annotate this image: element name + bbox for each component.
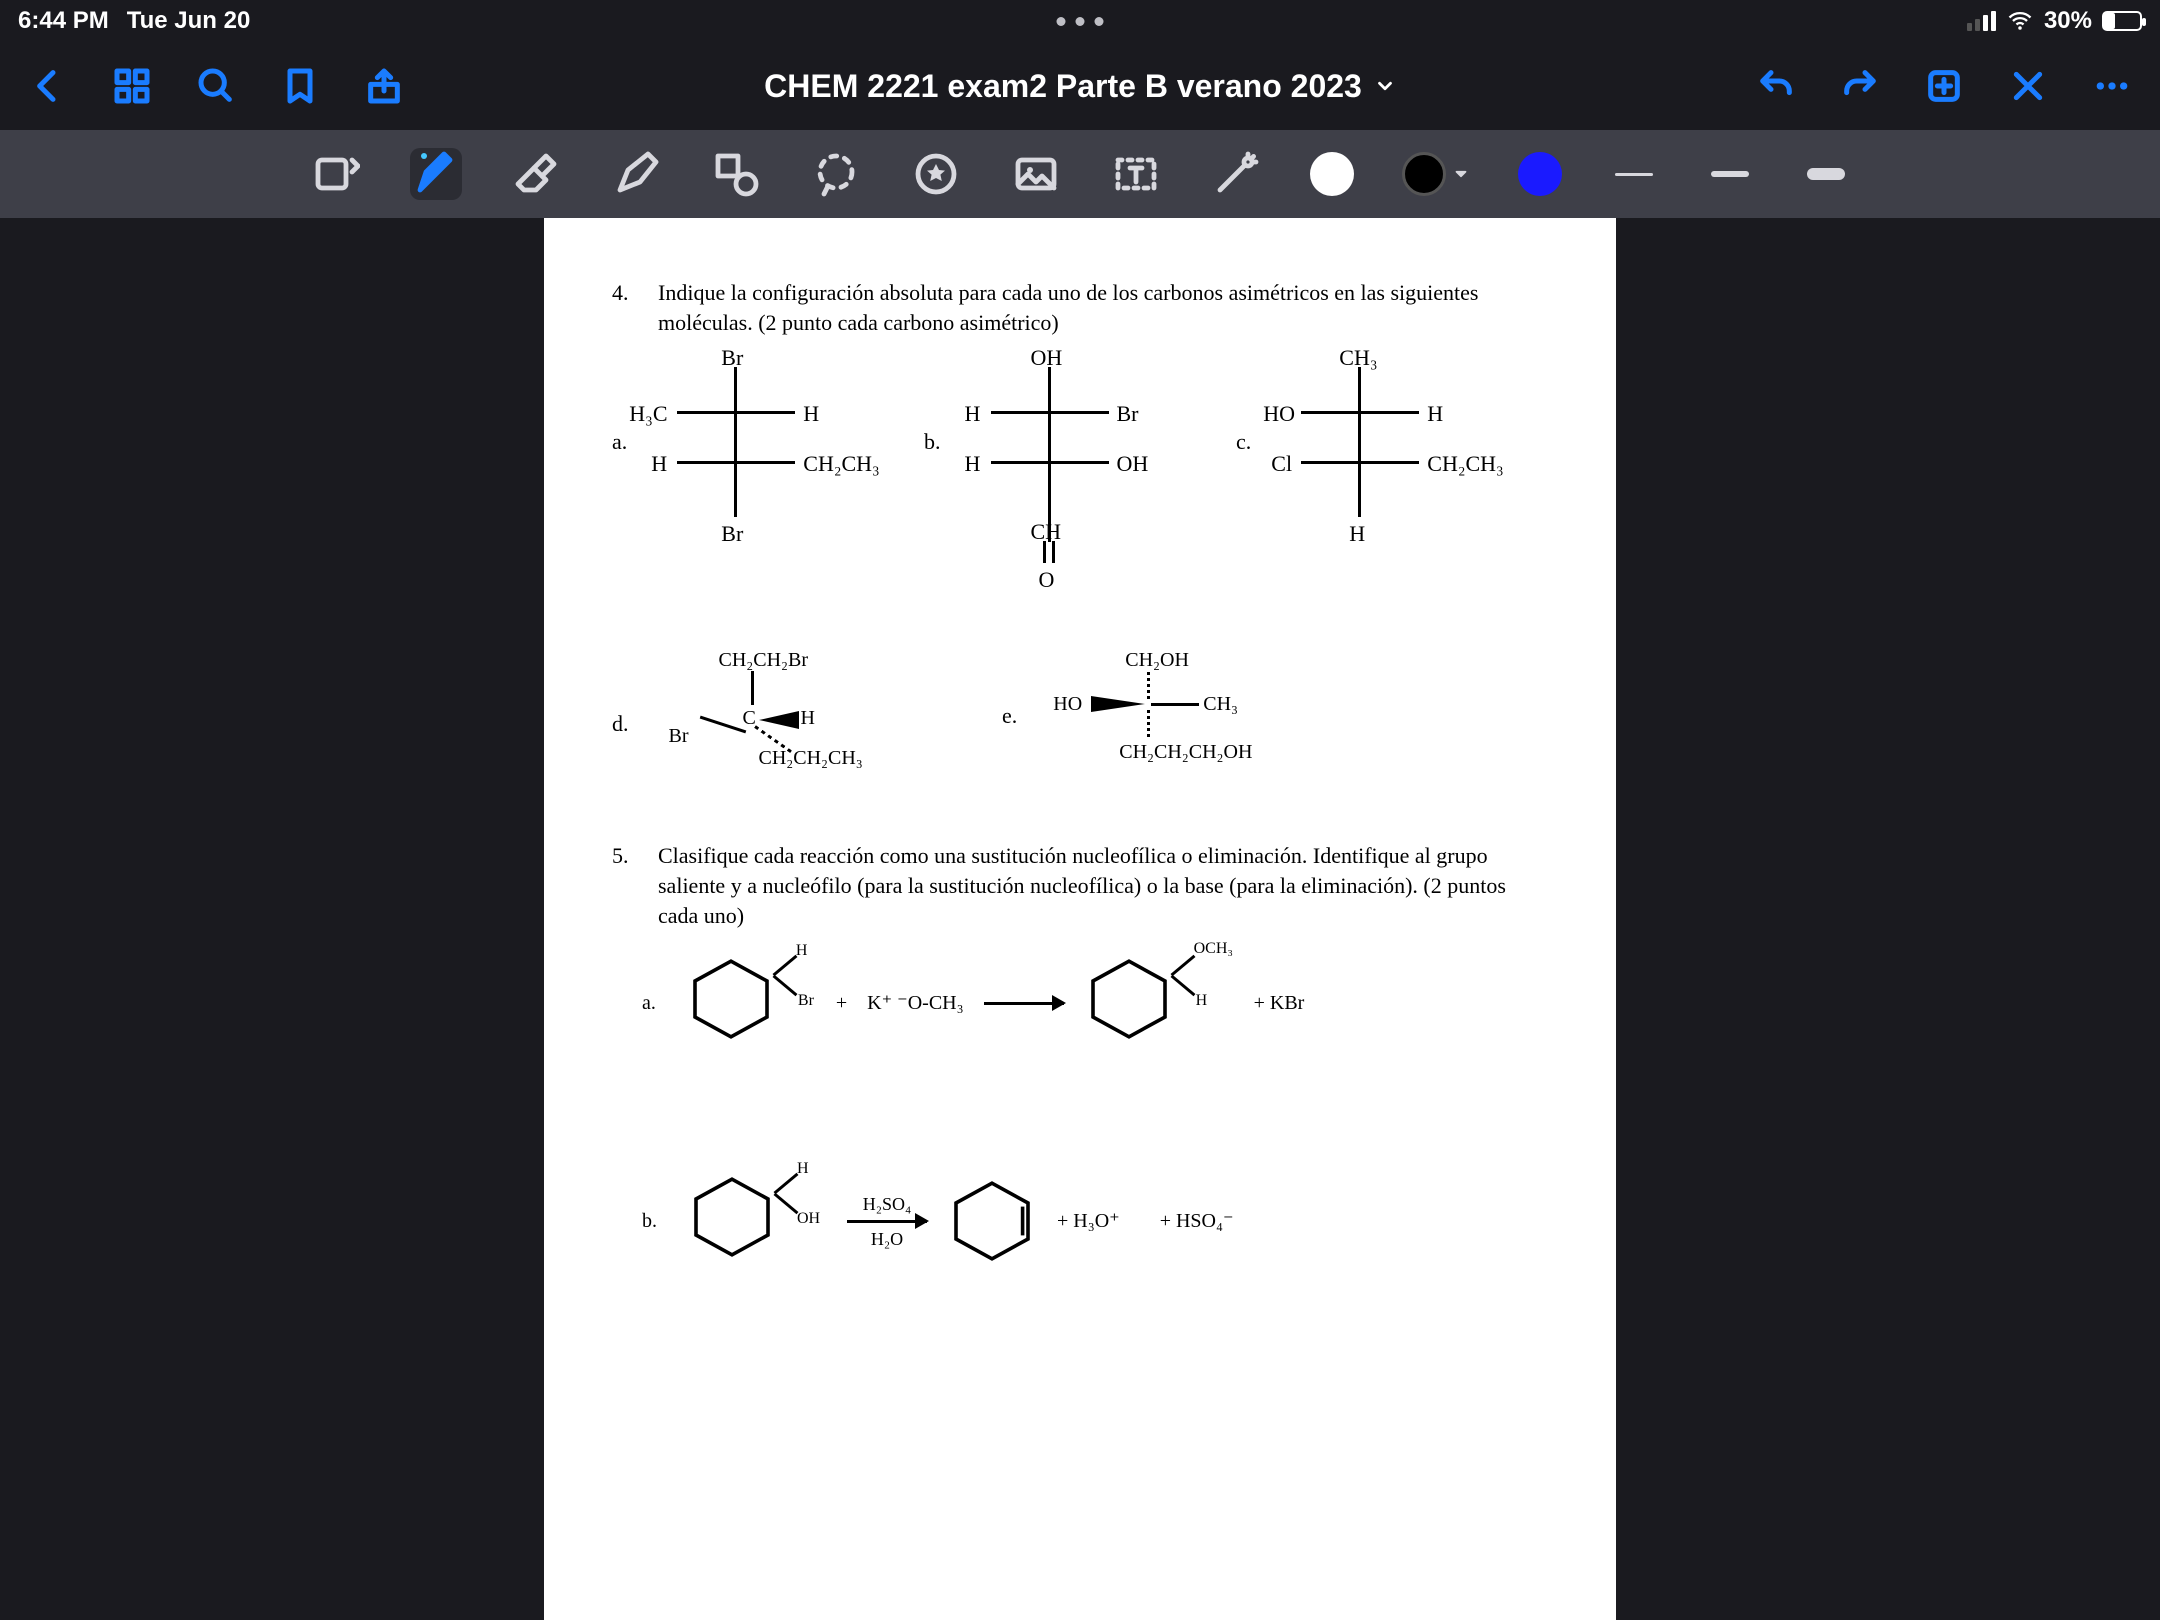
document-canvas[interactable]: 4. Indique la configuración absoluta par… — [0, 218, 2160, 1620]
battery-icon — [2102, 11, 2142, 31]
text-tool-icon[interactable] — [1110, 148, 1162, 200]
highlighter-tool-icon[interactable] — [610, 148, 662, 200]
status-date: Tue Jun 20 — [127, 7, 251, 35]
q4-number: 4. — [612, 278, 640, 337]
q4-structure-d: d. CH₂CH₂Br C Br H CH₂CH₂CH₃ — [612, 661, 1002, 791]
status-bar: 6:44 PM Tue Jun 20 30% — [0, 0, 2160, 42]
add-page-icon[interactable] — [1924, 66, 1964, 106]
cyclohexane-icon — [1084, 954, 1174, 1044]
bookmark-icon[interactable] — [280, 66, 320, 106]
chevron-down-icon — [1374, 75, 1396, 97]
read-mode-icon[interactable] — [310, 148, 362, 200]
q4-prompt: Indique la configuración absoluta para c… — [658, 278, 1548, 337]
q5-reaction-a: a. H Br + K⁺ ⁻O-CH₃ OCH₃ H + KBr — [642, 954, 1548, 1052]
q5-prompt: Clasifique cada reacción como una sustit… — [658, 841, 1548, 930]
grid-icon[interactable] — [112, 66, 152, 106]
q4-structure-e: e. CH₂OH HO CH₃ CH₂CH₂CH₂OH — [1002, 661, 1289, 791]
shape-tool-icon[interactable] — [710, 148, 762, 200]
reaction-arrow-icon — [847, 1220, 927, 1223]
q4-row2: d. CH₂CH₂Br C Br H CH₂CH₂CH₃ e. — [612, 661, 1548, 791]
color-swatch-blue[interactable] — [1518, 152, 1562, 196]
undo-icon[interactable] — [1756, 66, 1796, 106]
stroke-thin[interactable] — [1610, 150, 1658, 198]
reaction-arrow-icon — [984, 1002, 1064, 1005]
battery-text: 30% — [2044, 7, 2092, 35]
q4-structure-b: b. OH H Br H OH CH O — [924, 361, 1236, 581]
more-icon[interactable] — [2092, 66, 2132, 106]
close-icon[interactable] — [2008, 66, 2048, 106]
question-5: 5. Clasifique cada reacción como una sus… — [612, 841, 1548, 930]
annotation-toolbar — [0, 130, 2160, 218]
question-4: 4. Indique la configuración absoluta par… — [612, 278, 1548, 337]
color-swatch-black[interactable] — [1402, 152, 1446, 196]
stroke-med[interactable] — [1706, 150, 1754, 198]
app-toolbar: CHEM 2221 exam2 Parte B verano 2023 — [0, 42, 2160, 130]
cyclohexene-icon — [947, 1176, 1037, 1266]
cyclohexane-icon — [687, 1172, 777, 1262]
q4-row1: a. Br H₃C H H CH₂CH₃ Br b. — [612, 361, 1548, 581]
q5-number: 5. — [612, 841, 640, 930]
cyclohexane-icon — [686, 954, 776, 1044]
cell-signal-icon — [1967, 11, 1996, 31]
color-swatch-white[interactable] — [1310, 152, 1354, 196]
laser-tool-icon[interactable] — [1210, 148, 1262, 200]
multitask-dots[interactable] — [1057, 17, 1104, 26]
q5-reaction-b: b. H OH H₂SO₄ H₂O + H₃O⁺ + HSO₄⁻ — [642, 1172, 1548, 1270]
lasso-tool-icon[interactable] — [810, 148, 862, 200]
search-icon[interactable] — [196, 66, 236, 106]
q4-structure-c: c. CH₃ HO H Cl CH₂CH₃ H — [1236, 361, 1548, 541]
favorites-icon[interactable] — [910, 148, 962, 200]
document-page: 4. Indique la configuración absoluta par… — [544, 218, 1616, 1620]
redo-icon[interactable] — [1840, 66, 1880, 106]
share-icon[interactable] — [364, 66, 404, 106]
q4-structure-a: a. Br H₃C H H CH₂CH₃ Br — [612, 361, 924, 541]
stroke-thick[interactable] — [1802, 150, 1850, 198]
document-title[interactable]: CHEM 2221 exam2 Parte B verano 2023 — [764, 68, 1396, 105]
status-time: 6:44 PM — [18, 7, 109, 35]
back-icon[interactable] — [28, 66, 68, 106]
chevron-down-icon[interactable] — [1452, 165, 1470, 183]
eraser-tool-icon[interactable] — [510, 148, 562, 200]
wifi-icon — [2006, 7, 2034, 35]
image-tool-icon[interactable] — [1010, 148, 1062, 200]
pen-tool-icon[interactable] — [410, 148, 462, 200]
